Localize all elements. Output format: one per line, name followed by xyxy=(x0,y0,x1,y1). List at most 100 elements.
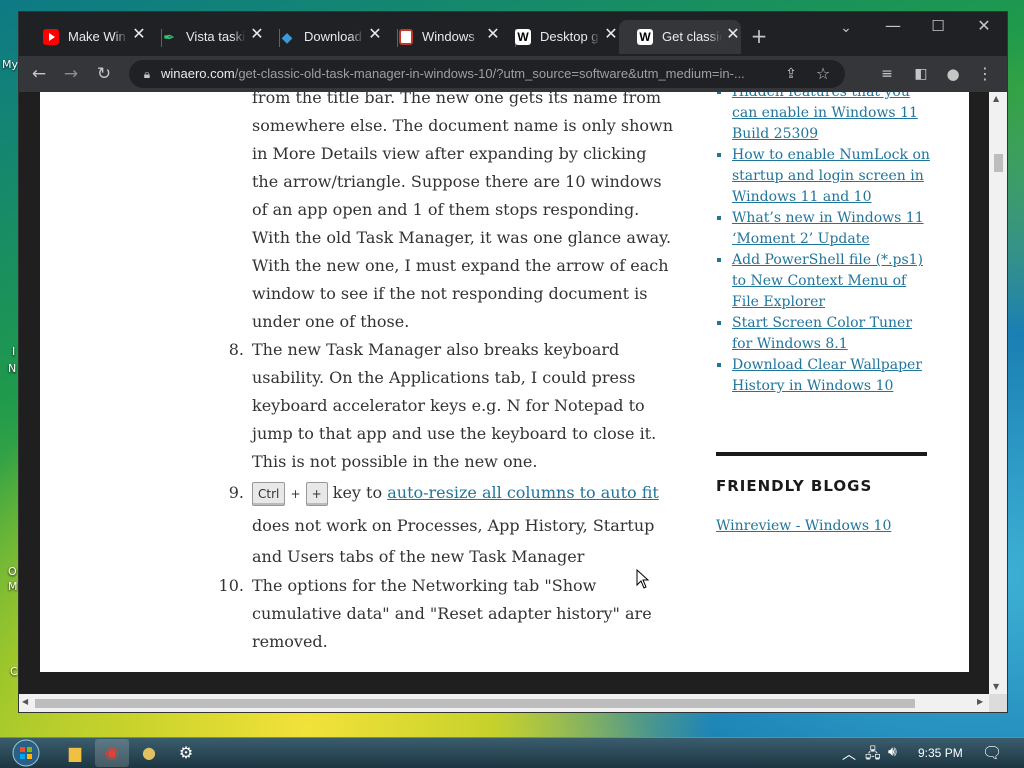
show-hidden-icons-icon[interactable]: ︿ xyxy=(842,744,856,764)
scrollbar-thumb[interactable] xyxy=(35,699,915,708)
list-number: 9. xyxy=(228,483,244,502)
plus-sign: + xyxy=(290,487,301,501)
sidebar-link[interactable]: How to enable NumLock on startup and log… xyxy=(732,147,930,205)
scroll-right-icon[interactable]: ▶ xyxy=(977,697,983,706)
tab-label: Windows xyxy=(422,29,482,44)
desktop-icon-label[interactable]: O xyxy=(8,565,17,578)
side-panel-icon[interactable]: ◧ xyxy=(909,62,933,86)
tab-vista-taskmgr[interactable]: ✒ Vista taski ✕ xyxy=(143,20,271,54)
tab-windows[interactable]: Windows ✕ xyxy=(379,20,507,54)
widget-title: FRIENDLY BLOGS xyxy=(716,477,873,495)
tab-download[interactable]: ◆ Download ✕ xyxy=(261,20,389,54)
auto-resize-link[interactable]: auto-resize all columns to auto fit xyxy=(387,483,659,502)
lock-icon[interactable]: 🔒︎ xyxy=(135,62,159,86)
scroll-down-icon[interactable]: ▼ xyxy=(993,682,999,691)
list-text: does not work on Processes, App History,… xyxy=(252,516,655,566)
desktop-icon-label[interactable]: M xyxy=(8,580,18,593)
horizontal-scrollbar[interactable]: ◀ ▶ xyxy=(19,694,989,712)
sidebar-item: Add PowerShell file (*.ps1) to New Conte… xyxy=(732,250,936,313)
sidebar-item: What’s new in Windows 11 ‘Moment 2’ Upda… xyxy=(732,208,936,250)
url-text[interactable]: winaero.com/get-classic-old-task-manager… xyxy=(161,66,771,81)
tab-label: Desktop g xyxy=(540,29,600,44)
scrollbar-thumb[interactable] xyxy=(994,154,1003,172)
tab-search-icon[interactable]: ⌄ xyxy=(834,16,858,40)
notification-icon[interactable]: 🗨︎ xyxy=(982,743,1002,763)
forward-arrow-icon[interactable]: → xyxy=(59,62,83,86)
card-icon xyxy=(399,29,413,45)
sidebar-item: How to enable NumLock on startup and log… xyxy=(732,145,936,208)
scroll-up-icon[interactable]: ▲ xyxy=(993,94,999,103)
list-text: The new Task Manager also breaks keyboar… xyxy=(252,340,657,471)
sidebar-link[interactable]: Start Screen Color Tuner for Windows 8.1 xyxy=(732,315,912,352)
desktop-icon-label[interactable]: My xyxy=(2,58,18,71)
widget-divider xyxy=(716,452,927,456)
file-explorer-icon[interactable]: ▆ xyxy=(58,739,92,767)
tab-label: Make Win xyxy=(68,29,128,44)
minimize-button[interactable]: — xyxy=(881,14,905,38)
feather-icon: ✒ xyxy=(163,29,175,45)
media-control-icon[interactable]: ≡ xyxy=(875,62,899,86)
tab-desktop-gadgets[interactable]: W Desktop g ✕ xyxy=(497,20,625,54)
ctrl-key: Ctrl xyxy=(252,481,286,506)
address-bar[interactable]: 🔒︎ winaero.com/get-classic-old-task-mana… xyxy=(129,60,845,88)
chrome-taskbar-icon[interactable]: ◉ xyxy=(95,739,129,767)
profile-icon[interactable]: ● xyxy=(941,62,965,86)
sidebar-link[interactable]: What’s new in Windows 11 ‘Moment 2’ Upda… xyxy=(732,210,924,247)
friendly-blog-link[interactable]: Winreview - Windows 10 xyxy=(716,518,891,534)
close-window-button[interactable]: ✕ xyxy=(972,14,996,38)
list-item: 10. The options for the Networking tab "… xyxy=(219,572,677,656)
sidebar-item: Hidden features that you can enable in W… xyxy=(732,92,936,145)
tab-label: Download xyxy=(304,29,364,44)
maximize-button[interactable]: ☐ xyxy=(926,14,950,38)
star-icon[interactable]: ☆ xyxy=(811,62,835,86)
sidebar-link[interactable]: Download Clear Wallpaper History in Wind… xyxy=(732,357,922,394)
desktop-icon-label[interactable]: N xyxy=(8,362,16,375)
browser-toolbar: ← → ↻ 🔒︎ winaero.com/get-classic-old-tas… xyxy=(19,56,1007,92)
sidebar-recent-posts: Hidden features that you can enable in W… xyxy=(716,92,936,397)
mouse-cursor-icon xyxy=(636,568,650,593)
settings-gear-icon[interactable]: ⚙ xyxy=(169,739,203,767)
clock-time[interactable]: 9:35 PM xyxy=(918,746,963,760)
w-icon: W xyxy=(515,29,531,45)
tab-label: Vista taski xyxy=(186,29,246,44)
w-icon: W xyxy=(637,29,653,45)
start-button[interactable] xyxy=(8,739,44,767)
desktop-icon-label[interactable]: C xyxy=(10,665,18,678)
network-icon[interactable]: 🖧︎ xyxy=(865,743,881,767)
list-text: The options for the Networking tab "Show… xyxy=(252,576,652,651)
vertical-scrollbar[interactable]: ▲ ▼ xyxy=(989,92,1007,694)
scroll-left-icon[interactable]: ◀ xyxy=(22,697,28,706)
desktop-icon-label[interactable]: I xyxy=(12,345,15,358)
tab-make-windows[interactable]: Make Win ✕ xyxy=(25,20,153,54)
sidebar-item: Start Screen Color Tuner for Windows 8.1 xyxy=(732,313,936,355)
list-item: 9. Ctrl + + key to auto-resize all colum… xyxy=(229,477,677,572)
list-number: 8. xyxy=(228,340,244,359)
list-text: key to xyxy=(332,483,383,502)
download-site-icon: ◆ xyxy=(281,29,293,45)
article-body: from the title bar. The new one gets its… xyxy=(219,92,677,656)
app-taskbar-icon[interactable]: ● xyxy=(132,739,166,767)
sidebar-link[interactable]: Hidden features that you can enable in W… xyxy=(732,92,918,142)
new-tab-button[interactable]: + xyxy=(747,24,771,48)
share-icon[interactable]: ⇪ xyxy=(779,62,803,86)
web-page: from the title bar. The new one gets its… xyxy=(40,92,969,672)
close-icon[interactable]: ✕ xyxy=(603,26,619,44)
close-icon[interactable]: ✕ xyxy=(725,26,741,44)
volume-icon[interactable]: 🔊︎ xyxy=(888,743,897,760)
tab-label: Get classic xyxy=(662,29,722,44)
scrollbar-corner xyxy=(989,694,1007,712)
sidebar-item: Download Clear Wallpaper History in Wind… xyxy=(732,355,936,397)
tab-get-classic-active[interactable]: W Get classic ✕ xyxy=(619,20,741,54)
back-arrow-icon[interactable]: ← xyxy=(27,62,51,86)
list-number: 10. xyxy=(218,576,244,595)
list-item: 8. The new Task Manager also breaks keyb… xyxy=(229,336,677,476)
reload-icon[interactable]: ↻ xyxy=(92,62,116,86)
article-paragraph: from the title bar. The new one gets its… xyxy=(252,92,674,331)
tab-strip: Make Win ✕ ✒ Vista taski ✕ ◆ Download ✕ … xyxy=(19,12,1007,56)
page-viewport: from the title bar. The new one gets its… xyxy=(19,92,989,694)
sidebar-link[interactable]: Add PowerShell file (*.ps1) to New Conte… xyxy=(732,252,923,310)
plus-key: + xyxy=(305,481,328,506)
taskbar: ▆ ◉ ● ⚙ ︿ 🖧︎ 🔊︎ 9:35 PM 🗨︎ xyxy=(0,737,1024,768)
youtube-icon xyxy=(43,29,59,45)
menu-dots-icon[interactable]: ⋮ xyxy=(973,62,997,86)
